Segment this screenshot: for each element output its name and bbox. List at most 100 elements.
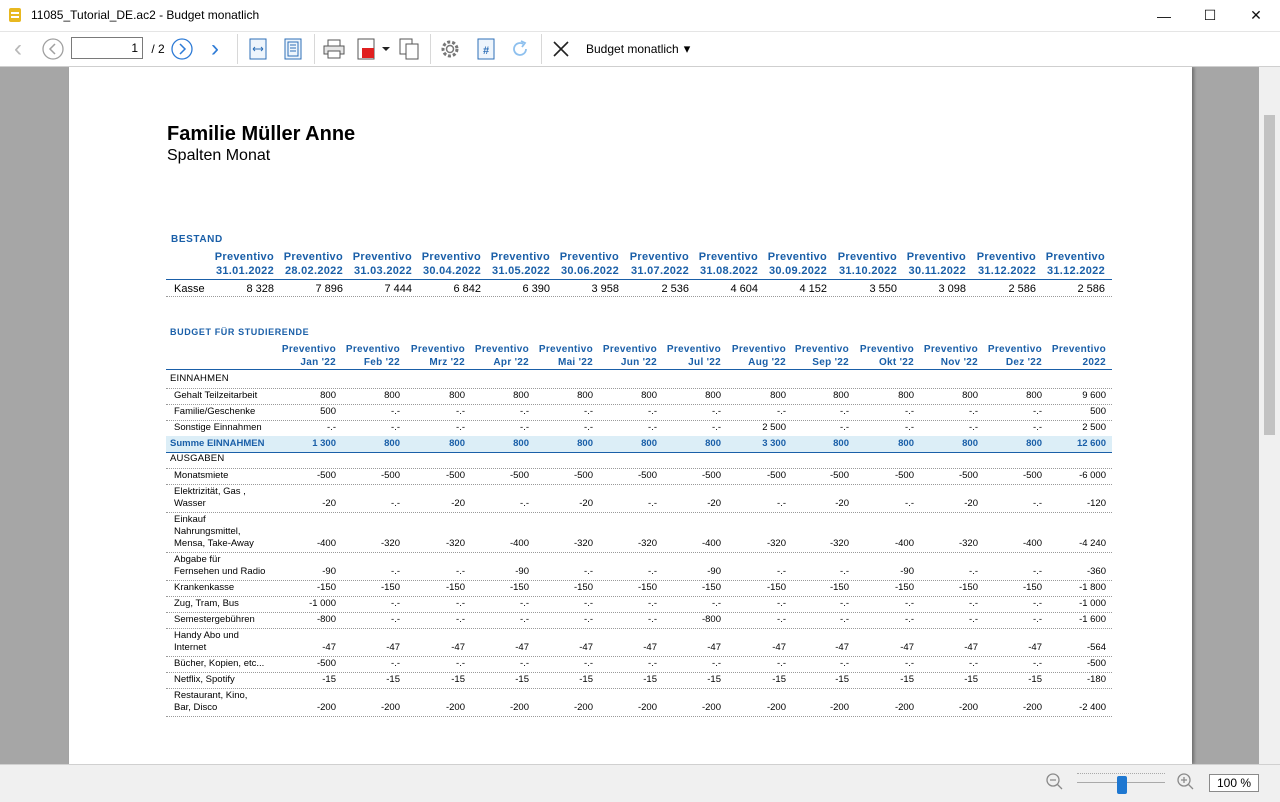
scrollbar-thumb[interactable] [1264, 115, 1275, 435]
budget-cell: -.- [905, 498, 914, 509]
zoom-level-input[interactable]: 100 % [1209, 774, 1259, 792]
next-page-button[interactable] [169, 36, 195, 62]
budget-cell: 2 500 [1082, 422, 1106, 433]
budget-cell: -15 [386, 674, 400, 685]
budget-cell: -.- [969, 422, 978, 433]
settings-button[interactable] [437, 36, 463, 62]
zoom-out-button[interactable] [1045, 772, 1065, 795]
budget-cell: -47 [515, 642, 529, 653]
budget-cell: -320 [380, 538, 400, 549]
page-number-button[interactable]: # [473, 36, 499, 62]
budget-cell: -200 [958, 702, 978, 713]
fit-page-button[interactable] [280, 36, 306, 62]
bestand-header-date: 30.11.2022 [908, 265, 966, 277]
bestand-header-label: Preventivo [490, 251, 550, 263]
close-report-button[interactable] [549, 36, 573, 62]
budget-cell: -.- [905, 406, 914, 417]
bestand-cell: 3 958 [591, 283, 619, 295]
budget-cell: -.- [969, 614, 978, 625]
budget-cell: 800 [320, 390, 336, 401]
forward-button[interactable]: › [205, 35, 225, 62]
budget-cell: -20 [707, 498, 721, 509]
fit-width-button[interactable] [245, 36, 271, 62]
pdf-export-button[interactable] [355, 36, 393, 62]
budget-row-label: Handy Abo und Internet [174, 630, 239, 653]
budget-cell: 2 500 [762, 422, 786, 433]
back-button[interactable]: ‹ [8, 35, 28, 62]
budget-header-label: Preventivo [345, 344, 400, 355]
bestand-header-date: 30.09.2022 [768, 265, 827, 277]
previous-page-button[interactable] [40, 36, 66, 62]
budget-header-rule [166, 369, 1112, 370]
budget-cell: -.- [520, 658, 529, 669]
zoom-in-button[interactable] [1176, 772, 1196, 795]
budget-cell: -1 000 [1079, 598, 1106, 609]
budget-header-period: Feb '22 [363, 357, 400, 368]
budget-cell: -.- [456, 658, 465, 669]
fit-width-icon [249, 38, 267, 60]
bestand-cell: 2 586 [1077, 283, 1105, 295]
summe-cell: 800 [898, 438, 914, 449]
budget-cell: -400 [316, 538, 336, 549]
budget-row-label: Einkauf Nahrungsmittel, Mensa, Take-Away [174, 514, 254, 549]
bestand-header-date: 31.05.2022 [491, 265, 550, 277]
budget-cell: -500 [1022, 470, 1042, 481]
budget-cell: -15 [772, 674, 786, 685]
budget-cell: -47 [964, 642, 978, 653]
pdf-export-icon [357, 38, 390, 60]
budget-cell: -2 400 [1079, 702, 1106, 713]
budget-cell: -.- [391, 658, 400, 669]
vertical-scrollbar[interactable] [1259, 67, 1280, 764]
budget-row-label: Sonstige Einnahmen [174, 422, 262, 433]
window-title: 11085_Tutorial_DE.ac2 - Budget monatlich [31, 8, 260, 22]
refresh-button[interactable] [507, 36, 533, 62]
budget-row-label: Netflix, Spotify [174, 674, 235, 685]
minimize-button[interactable]: — [1141, 0, 1187, 31]
zoom-slider-thumb[interactable] [1117, 776, 1127, 794]
budget-cell: -.- [584, 406, 593, 417]
bestand-cell: 4 152 [799, 283, 827, 295]
budget-cell: -.- [584, 658, 593, 669]
budget-cell: 800 [384, 390, 400, 401]
print-button[interactable] [321, 36, 347, 62]
maximize-button[interactable]: ☐ [1187, 0, 1233, 31]
summe-cell: 800 [705, 438, 721, 449]
toolbar: ‹ 1 / 2 › # Budget monatlich ▾ [0, 32, 1280, 67]
budget-cell: 800 [898, 390, 914, 401]
budget-cell: -.- [840, 598, 849, 609]
budget-cell: -.- [712, 658, 721, 669]
budget-row-label: Abgabe für Fernsehen und Radio [174, 554, 266, 577]
budget-header-label: Preventivo [474, 344, 529, 355]
document-view[interactable]: Familie Müller Anne Spalten Monat BESTAN… [0, 67, 1259, 764]
budget-row-divider [166, 688, 1112, 689]
zoom-out-icon [1046, 773, 1063, 790]
budget-cell: -.- [391, 422, 400, 433]
budget-cell: -.- [456, 614, 465, 625]
budget-cell: -200 [701, 702, 721, 713]
page-number-input[interactable]: 1 [71, 37, 143, 59]
budget-cell: -47 [386, 642, 400, 653]
budget-cell: -15 [900, 674, 914, 685]
budget-cell: -15 [579, 674, 593, 685]
report-selector[interactable]: Budget monatlich ▾ [586, 36, 698, 62]
report-title: Familie Müller Anne [167, 123, 356, 145]
printer-icon [323, 39, 345, 59]
budget-cell: -200 [1022, 702, 1042, 713]
budget-cell: -.- [391, 406, 400, 417]
page-total: / 2 [151, 42, 165, 56]
budget-cell: -200 [829, 702, 849, 713]
budget-cell: -200 [445, 702, 465, 713]
budget-cell: -200 [766, 702, 786, 713]
budget-cell: -47 [1028, 642, 1042, 653]
budget-cell: -.- [712, 422, 721, 433]
copy-button[interactable] [396, 36, 422, 62]
budget-cell: -47 [835, 642, 849, 653]
budget-cell: -90 [707, 566, 721, 577]
budget-header-period: Jun '22 [620, 357, 657, 368]
budget-cell: -.- [905, 658, 914, 669]
close-window-button[interactable]: ✕ [1233, 0, 1279, 31]
budget-cell: -.- [969, 406, 978, 417]
budget-header-period: Nov '22 [940, 357, 978, 368]
section-bestand: BESTAND [171, 234, 223, 245]
zoom-slider[interactable] [1077, 771, 1167, 795]
